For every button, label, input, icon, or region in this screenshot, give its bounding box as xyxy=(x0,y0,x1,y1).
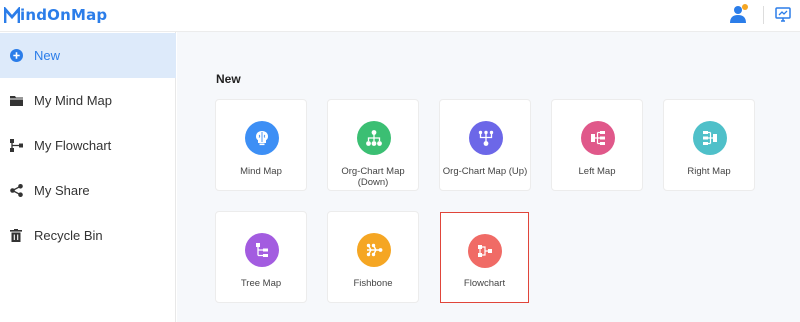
app-logo[interactable]: indOnMap xyxy=(4,4,107,26)
sidebar-item-label: New xyxy=(34,48,61,63)
flowchart-icon xyxy=(9,139,23,153)
sidebar-item-my-mind-map[interactable]: My Mind Map xyxy=(0,78,176,123)
template-card-left-map[interactable]: Left Map xyxy=(551,99,643,191)
share-icon xyxy=(9,184,23,198)
sidebar-item-my-flowchart[interactable]: My Flowchart xyxy=(0,123,176,168)
trash-icon xyxy=(9,229,23,243)
sidebar-item-recycle-bin[interactable]: Recycle Bin xyxy=(0,213,176,258)
sidebar: New My Mind Map My Flowchart My Share Re… xyxy=(0,32,176,322)
app-logo-text: indOnMap xyxy=(20,6,108,24)
user-avatar-icon[interactable] xyxy=(729,3,749,25)
flowchart-icon xyxy=(468,234,502,268)
section-title: New xyxy=(216,72,241,86)
sidebar-item-new[interactable]: New xyxy=(0,33,176,78)
sidebar-item-label: My Share xyxy=(34,183,90,198)
template-card-mind-map[interactable]: Mind Map xyxy=(215,99,307,191)
template-card-label: Tree Map xyxy=(240,278,282,289)
toolbar-divider xyxy=(763,6,764,24)
main-content: New Mind Map Org-Chart Map (Down) Org-Ch… xyxy=(177,32,800,322)
org-chart-up-icon xyxy=(469,121,503,155)
top-bar: indOnMap xyxy=(0,0,800,32)
template-card-label: Mind Map xyxy=(240,166,282,177)
template-card-fishbone[interactable]: Fishbone xyxy=(327,211,419,303)
monitor-chart-icon[interactable] xyxy=(775,6,791,22)
template-card-label: Org-Chart Map (Down) xyxy=(341,166,405,188)
left-map-icon xyxy=(581,121,615,155)
logo-m-icon xyxy=(4,6,20,23)
tree-map-icon xyxy=(245,233,279,267)
fishbone-icon xyxy=(357,233,391,267)
folder-icon xyxy=(9,94,23,108)
template-card-org-chart-down[interactable]: Org-Chart Map (Down) xyxy=(327,99,419,191)
sidebar-item-label: My Mind Map xyxy=(34,93,113,108)
plus-circle-icon xyxy=(9,49,23,63)
template-card-label: Org-Chart Map (Up) xyxy=(442,166,528,177)
template-card-tree-map[interactable]: Tree Map xyxy=(215,211,307,303)
template-card-flowchart[interactable]: Flowchart xyxy=(440,212,529,303)
sidebar-item-label: Recycle Bin xyxy=(34,228,103,243)
template-card-right-map[interactable]: Right Map xyxy=(663,99,755,191)
sidebar-item-my-share[interactable]: My Share xyxy=(0,168,176,213)
template-card-org-chart-up[interactable]: Org-Chart Map (Up) xyxy=(439,99,531,191)
template-card-label: Flowchart xyxy=(463,278,506,289)
template-card-label: Left Map xyxy=(578,166,616,177)
template-card-label: Fishbone xyxy=(353,278,393,289)
brain-icon xyxy=(245,121,279,155)
right-map-icon xyxy=(693,121,727,155)
sidebar-item-label: My Flowchart xyxy=(34,138,112,153)
org-chart-down-icon xyxy=(357,121,391,155)
template-card-label: Right Map xyxy=(687,166,731,177)
